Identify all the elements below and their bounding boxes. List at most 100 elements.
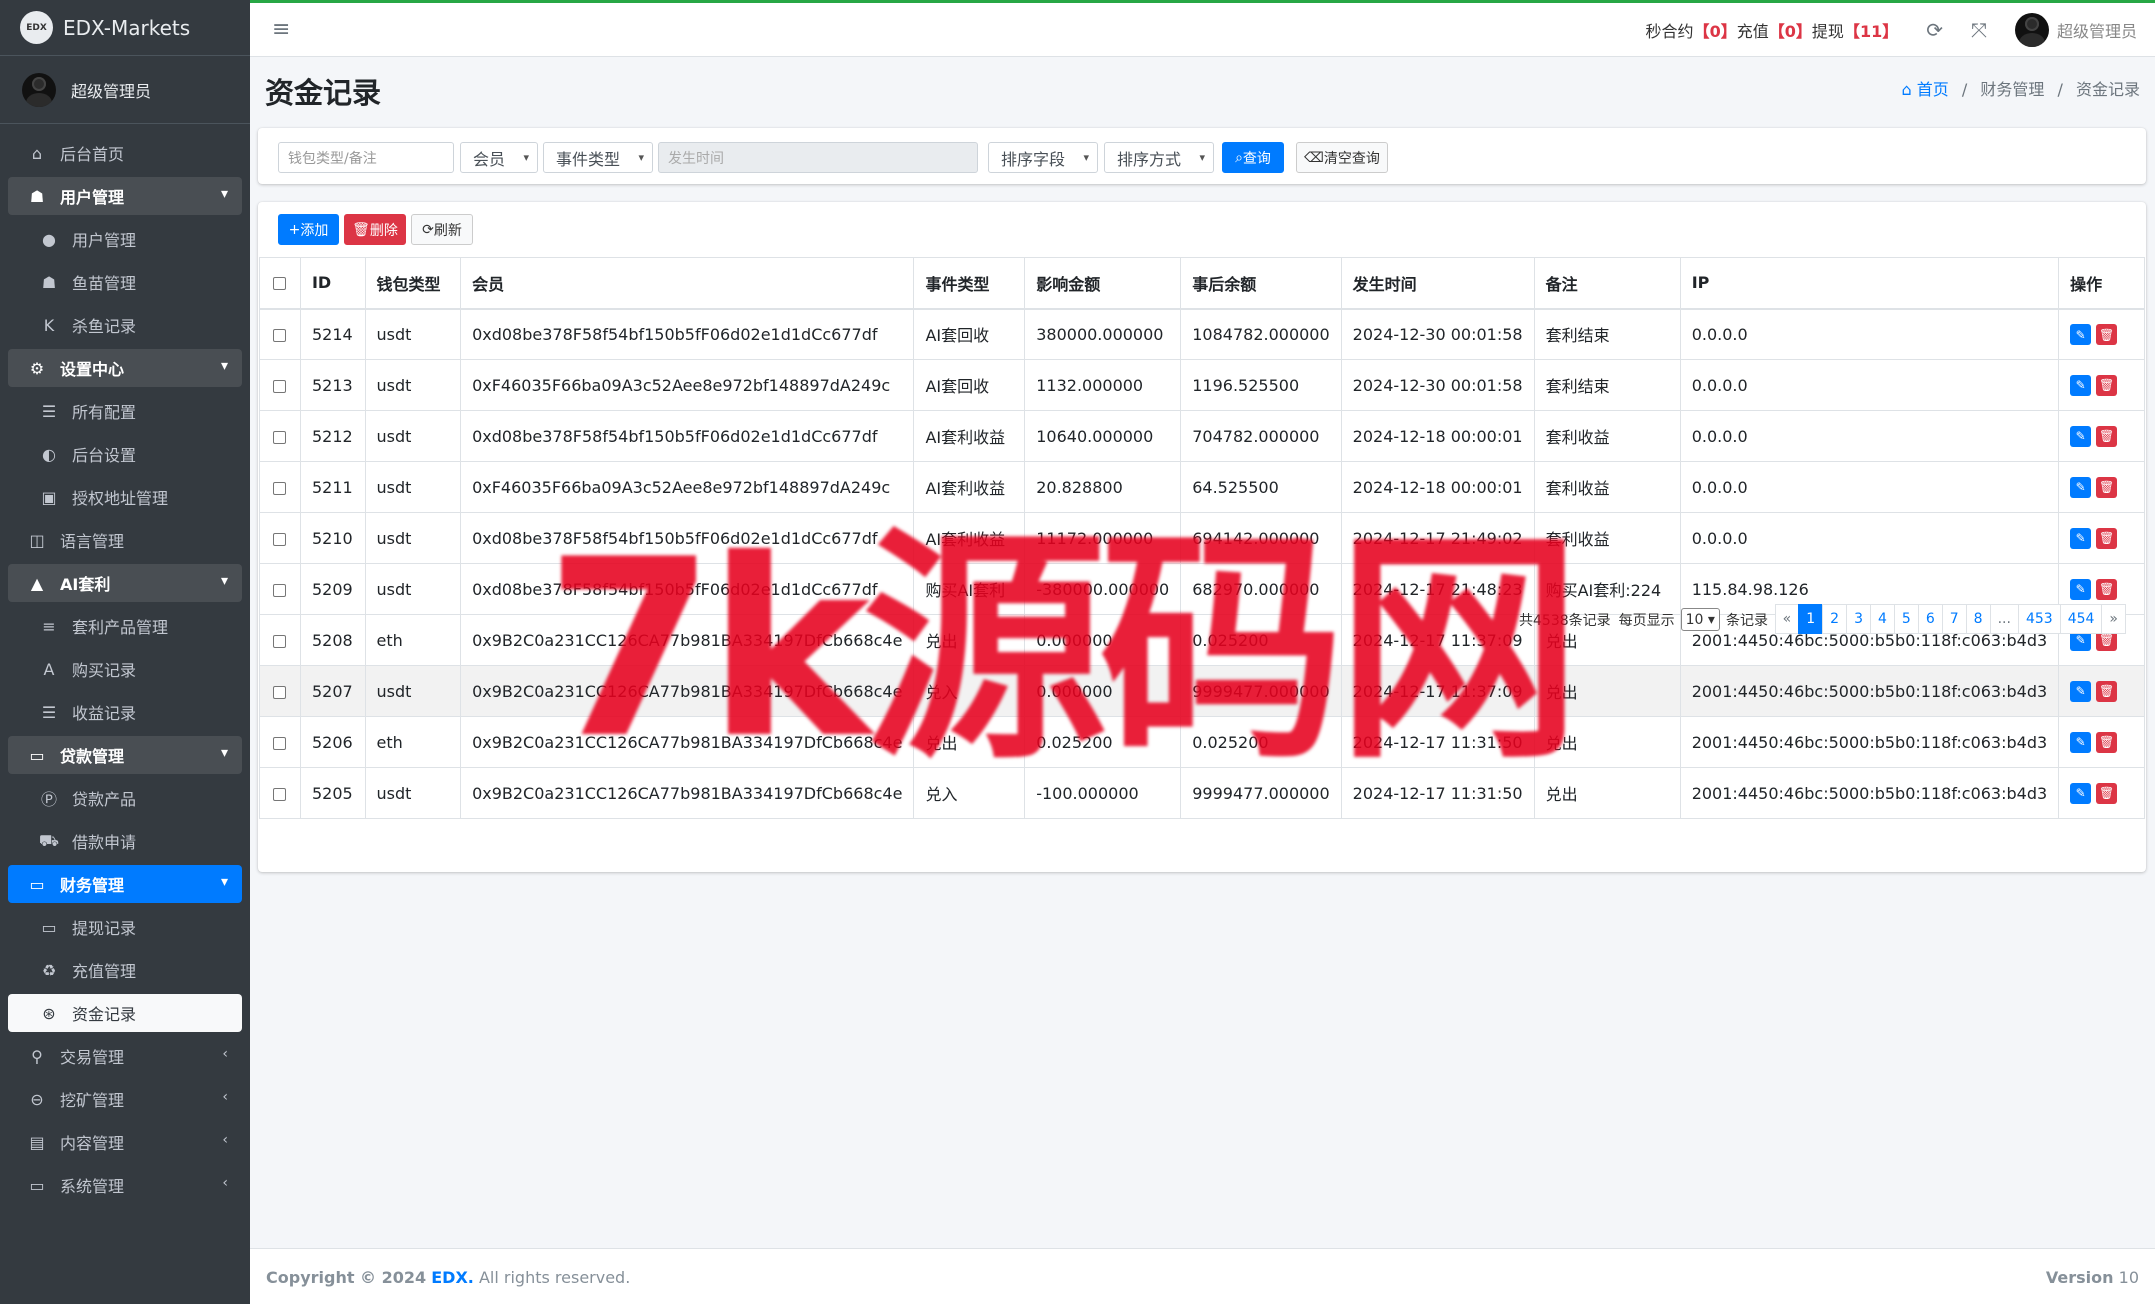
member-select[interactable]: 会员 ▾ xyxy=(460,142,538,173)
brand-link[interactable]: EDX EDX-Markets xyxy=(0,0,250,56)
sidebar-item-finance[interactable]: ▭ 财务管理 ▾ xyxy=(8,865,242,903)
fullscreen-icon[interactable]: ⤧ xyxy=(1971,18,1987,42)
delete-icon[interactable]: 🗑 xyxy=(2096,578,2118,600)
sidebar-item-purchase-records[interactable]: A 购买记录 xyxy=(8,650,242,688)
user-panel[interactable]: 超级管理员 xyxy=(0,56,250,124)
delete-icon[interactable]: 🗑 xyxy=(2096,731,2118,753)
sidebar-item-user-management[interactable]: ☗ 用户管理 ▾ xyxy=(8,177,242,215)
recharge-count[interactable]: 【0】 xyxy=(1769,18,1812,42)
sidebar-item-fund-records[interactable]: ⊛ 资金记录 xyxy=(8,994,242,1032)
footer-brand-link[interactable]: EDX. xyxy=(431,1268,474,1287)
column-header[interactable]: ID xyxy=(299,257,366,310)
sidebar-item-users[interactable]: ● 用户管理 xyxy=(8,220,242,258)
page-next[interactable]: » xyxy=(2101,604,2126,634)
row-checkbox[interactable] xyxy=(273,685,287,699)
edit-icon[interactable]: ✎ xyxy=(2070,731,2092,753)
sidebar-item-loan-management[interactable]: ▭ 贷款管理 ▾ xyxy=(8,736,242,774)
delete-icon[interactable]: 🗑 xyxy=(2096,425,2118,447)
sidebar-item-auth-address[interactable]: ▣ 授权地址管理 xyxy=(8,478,242,516)
delete-icon[interactable]: 🗑 xyxy=(2096,782,2118,804)
page-prev[interactable]: « xyxy=(1774,604,1800,634)
contract-count[interactable]: 【0】 xyxy=(1694,18,1737,42)
recharge-label[interactable]: 充值 xyxy=(1737,18,1769,42)
contract-label[interactable]: 秒合约 xyxy=(1646,18,1694,42)
sidebar-item-all-config[interactable]: ☰ 所有配置 xyxy=(8,392,242,430)
row-checkbox[interactable] xyxy=(273,379,287,393)
sidebar-item-arbitrage-products[interactable]: ≡ 套利产品管理 xyxy=(8,607,242,645)
edit-icon[interactable]: ✎ xyxy=(2070,527,2092,549)
page-link[interactable]: 3 xyxy=(1846,604,1871,634)
edit-icon[interactable]: ✎ xyxy=(2070,324,2092,345)
row-checkbox[interactable] xyxy=(273,481,287,495)
delete-icon[interactable]: 🗑 xyxy=(2096,680,2118,702)
sort-field-select[interactable]: 排序字段 ▾ xyxy=(988,142,1098,173)
sidebar-item-language[interactable]: ◫ 语言管理 xyxy=(8,521,242,559)
sidebar-item-trading[interactable]: ⚲ 交易管理 ‹ xyxy=(8,1037,242,1075)
edit-icon[interactable]: ✎ xyxy=(2070,374,2092,396)
page-link[interactable]: 8 xyxy=(1965,604,1991,634)
menu-toggle-icon[interactable]: ≡ xyxy=(272,17,290,42)
sidebar-item-recharge[interactable]: ♻ 充值管理 xyxy=(8,951,242,989)
delete-button[interactable]: 🗑 删除 xyxy=(344,214,406,245)
edit-icon[interactable]: ✎ xyxy=(2070,578,2092,600)
sidebar-item-income-records[interactable]: ☰ 收益记录 xyxy=(8,693,242,731)
edit-icon[interactable]: ✎ xyxy=(2070,425,2092,447)
top-user-name[interactable]: 超级管理员 xyxy=(2057,18,2137,42)
page-link[interactable]: 454 xyxy=(2059,604,2103,634)
per-page-select[interactable]: 10 ▾ xyxy=(1680,608,1720,631)
time-range-input[interactable]: 发生时间 xyxy=(658,142,978,173)
sidebar-item-settings[interactable]: ⚙ 设置中心 ▾ xyxy=(8,349,242,387)
page-link[interactable]: 5 xyxy=(1893,604,1919,634)
sidebar-item-fish[interactable]: ☗ 鱼苗管理 xyxy=(8,263,242,301)
sidebar-item-content[interactable]: ▤ 内容管理 ‹ xyxy=(8,1123,242,1161)
edit-icon[interactable]: ✎ xyxy=(2070,476,2092,498)
row-checkbox[interactable] xyxy=(273,532,287,546)
column-header[interactable]: 事件类型 xyxy=(913,257,1026,310)
top-avatar[interactable] xyxy=(2014,13,2049,47)
breadcrumb-finance[interactable]: 财务管理 xyxy=(1980,80,2044,99)
delete-icon[interactable]: 🗑 xyxy=(2096,374,2118,396)
keyword-input[interactable]: 钱包类型/备注 xyxy=(278,142,454,173)
search-button[interactable]: ⌕ 查询 xyxy=(1222,142,1284,173)
row-checkbox[interactable] xyxy=(273,583,287,597)
delete-icon[interactable]: 🗑 xyxy=(2096,527,2118,549)
column-header[interactable]: 事后余额 xyxy=(1180,257,1342,310)
row-checkbox[interactable] xyxy=(273,430,287,444)
column-header[interactable]: 钱包类型 xyxy=(364,257,462,310)
select-all-checkbox[interactable] xyxy=(273,277,287,291)
page-link[interactable]: 1 xyxy=(1798,604,1824,634)
row-checkbox[interactable] xyxy=(273,736,287,750)
page-link[interactable]: 7 xyxy=(1941,604,1967,634)
column-header[interactable]: 会员 xyxy=(460,257,915,310)
clear-button[interactable]: ⌫ 清空查询 xyxy=(1296,142,1388,173)
breadcrumb-home[interactable]: ⌂ 首页 xyxy=(1902,80,1949,99)
column-header[interactable]: 备注 xyxy=(1533,257,1681,310)
page-link[interactable]: 4 xyxy=(1869,604,1895,634)
page-link[interactable]: 2 xyxy=(1822,604,1848,634)
row-checkbox[interactable] xyxy=(273,328,287,342)
edit-icon[interactable]: ✎ xyxy=(2070,680,2092,702)
edit-icon[interactable]: ✎ xyxy=(2070,782,2092,804)
withdraw-label[interactable]: 提现 xyxy=(1812,18,1844,42)
delete-icon[interactable]: 🗑 xyxy=(2096,476,2118,498)
refresh-icon[interactable]: ⟳ xyxy=(1926,18,1943,42)
sidebar-item-ai-arbitrage[interactable]: ▲ AI套利 ▾ xyxy=(8,564,242,602)
row-checkbox[interactable] xyxy=(273,634,287,648)
page-link[interactable]: ... xyxy=(1989,604,2019,634)
sort-order-select[interactable]: 排序方式 ▾ xyxy=(1104,142,1214,173)
add-button[interactable]: + 添加 xyxy=(278,214,339,245)
column-header[interactable]: 影响金额 xyxy=(1024,257,1182,310)
delete-icon[interactable]: 🗑 xyxy=(2096,324,2118,345)
column-header[interactable]: IP xyxy=(1679,257,2060,310)
page-link[interactable]: 453 xyxy=(2017,604,2061,634)
sidebar-item-mining[interactable]: ⊖ 挖矿管理 ‹ xyxy=(8,1080,242,1118)
sidebar-item-dashboard[interactable]: ⌂ 后台首页 xyxy=(8,134,242,172)
column-header[interactable]: 发生时间 xyxy=(1340,257,1535,310)
sidebar-item-withdrawals[interactable]: ▭ 提现记录 xyxy=(8,908,242,946)
row-checkbox[interactable] xyxy=(273,787,287,801)
sidebar-item-kill-fish[interactable]: K 杀鱼记录 xyxy=(8,306,242,344)
withdraw-count[interactable]: 【11】 xyxy=(1844,18,1898,42)
refresh-button[interactable]: ⟳ 刷新 xyxy=(411,214,473,245)
event-type-select[interactable]: 事件类型 ▾ xyxy=(543,142,653,173)
sidebar-item-admin-settings[interactable]: ◐ 后台设置 xyxy=(8,435,242,473)
